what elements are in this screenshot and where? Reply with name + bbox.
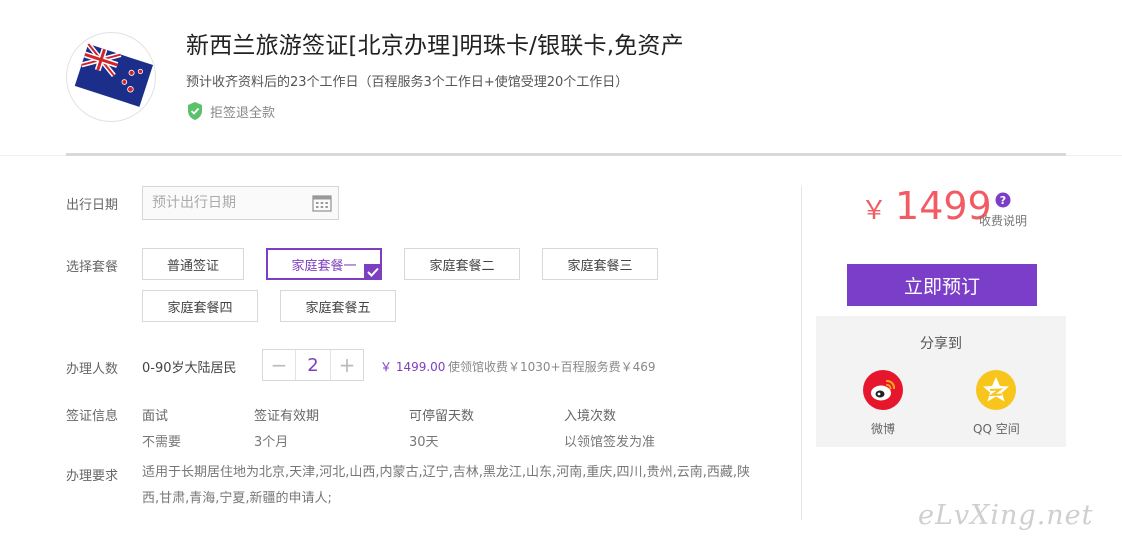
package-option-label: 家庭套餐四 <box>167 300 233 316</box>
quantity-value[interactable]: 2 <box>295 350 331 380</box>
fee-breakdown: 使领馆收费￥1030+百程服务费￥469 <box>448 360 656 374</box>
requirements-text: 适用于长期居住地为北京,天津,河北,山西,内蒙古,辽宁,吉林,黑龙江,山东,河南… <box>142 465 750 506</box>
date-field[interactable] <box>142 186 339 220</box>
package-option[interactable]: 普通签证 <box>142 248 244 280</box>
package-label: 选择套餐 <box>66 260 119 275</box>
price-currency: ￥ <box>861 196 888 226</box>
people-label: 办理人数 <box>66 362 119 377</box>
people-type: 0-90岁大陆居民 <box>142 361 237 376</box>
column-divider <box>801 186 802 520</box>
header-divider <box>66 153 1066 156</box>
help-question-icon[interactable]: ? <box>995 192 1011 212</box>
checkmark-icon <box>364 264 382 280</box>
visa-info-header: 签证有效期 <box>254 409 320 424</box>
product-header: 新西兰旅游签证[北京办理]明珠卡/银联卡,免资产 预计收齐资料后的23个工作日（… <box>0 0 1122 156</box>
visa-info-header: 可停留天数 <box>409 409 475 424</box>
share-weibo[interactable]: 微博 <box>863 370 903 437</box>
visa-info-value: 30天 <box>409 435 439 450</box>
quantity-stepper[interactable]: − 2 + <box>262 349 364 381</box>
visa-info-value: 不需要 <box>142 435 182 450</box>
decrement-button[interactable]: − <box>263 350 295 380</box>
share-qq-zone[interactable]: QQ 空间 <box>973 370 1020 437</box>
refund-badge: 拒签退全款 <box>186 101 275 121</box>
weibo-icon[interactable] <box>863 370 903 414</box>
package-option[interactable]: 家庭套餐二 <box>404 248 520 280</box>
watermark: eLvXing.net <box>918 500 1094 531</box>
share-qq-zone-label: QQ 空间 <box>973 422 1020 436</box>
package-option-label: 家庭套餐二 <box>429 258 495 274</box>
qq-zone-icon[interactable] <box>976 370 1017 414</box>
package-option-label: 家庭套餐一 <box>291 258 357 274</box>
share-panel: 分享到 微博 QQ 空间 <box>816 316 1066 447</box>
visa-info-header: 入境次数 <box>564 409 617 424</box>
processing-time: 预计收齐资料后的23个工作日（百程服务3个工作日+使馆受理20个工作日） <box>186 75 629 90</box>
package-option[interactable]: 家庭套餐三 <box>542 248 658 280</box>
package-option[interactable]: 家庭套餐四 <box>142 290 258 322</box>
visa-info-value: 3个月 <box>254 435 289 450</box>
visa-info-header: 面试 <box>142 409 169 424</box>
visa-info-value: 以领馆签发为准 <box>564 435 656 450</box>
total-price: ￥ 1499 <box>861 184 992 228</box>
package-option-selected[interactable]: 家庭套餐一 <box>266 248 382 280</box>
product-title: 新西兰旅游签证[北京办理]明珠卡/银联卡,免资产 <box>186 33 684 59</box>
new-zealand-flag-icon <box>66 32 156 122</box>
package-option[interactable]: 家庭套餐五 <box>280 290 396 322</box>
requirements-label: 办理要求 <box>66 469 119 484</box>
package-option-label: 家庭套餐三 <box>567 258 633 274</box>
date-label: 出行日期 <box>66 198 119 213</box>
shield-check-icon <box>186 101 204 121</box>
share-title: 分享到 <box>920 336 962 352</box>
package-option-label: 普通签证 <box>166 258 219 274</box>
refund-label: 拒签退全款 <box>210 105 276 121</box>
package-option-label: 家庭套餐五 <box>305 300 371 316</box>
share-weibo-label: 微博 <box>870 422 895 436</box>
increment-button[interactable]: + <box>331 350 363 380</box>
line-price: ￥ 1499.00 <box>380 360 446 374</box>
price-amount: 1499 <box>895 184 992 228</box>
visa-info-label: 签证信息 <box>66 409 119 424</box>
svg-text:?: ? <box>1000 194 1006 207</box>
calendar-icon[interactable] <box>312 194 332 216</box>
book-now-button[interactable]: 立即预订 <box>847 264 1037 306</box>
fee-note-link[interactable]: 收费说明 <box>979 212 1027 229</box>
date-input[interactable] <box>143 187 303 219</box>
